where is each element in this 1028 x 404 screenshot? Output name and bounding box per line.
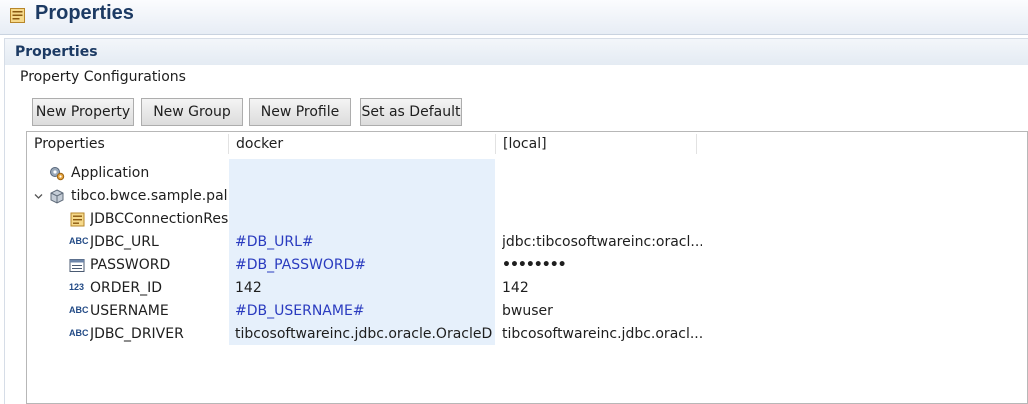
properties-section: Properties Property Configurations New P…	[4, 38, 1028, 404]
local-value[interactable]: bwuser	[502, 300, 702, 323]
section-title: Properties	[15, 44, 98, 60]
local-value[interactable]: ••••••••	[502, 254, 702, 277]
column-header-docker[interactable]: docker	[229, 132, 495, 156]
property-name: JDBC_DRIVER	[90, 326, 184, 342]
table-row[interactable]: ABC JDBC_URL #DB_URL# jdbc:tibcosoftware…	[27, 231, 1027, 254]
new-profile-button[interactable]: New Profile	[249, 98, 351, 126]
column-header-local[interactable]: [local]	[496, 132, 696, 156]
integer-type-icon: 123	[69, 282, 85, 292]
table-row[interactable]: PASSWORD #DB_PASSWORD# ••••••••	[27, 254, 1027, 277]
chevron-down-icon[interactable]	[34, 193, 43, 200]
property-name: tibco.bwce.sample.palet	[71, 188, 227, 204]
property-name: Application	[71, 165, 150, 181]
table-row[interactable]: JDBCConnectionResc	[27, 208, 1027, 231]
property-name: JDBC_URL	[90, 234, 159, 250]
string-type-icon: ABC	[69, 236, 89, 246]
properties-view-icon	[10, 8, 25, 23]
view-title: Properties	[35, 2, 134, 24]
column-divider[interactable]	[696, 134, 697, 154]
string-type-icon: ABC	[69, 328, 89, 338]
section-header: Properties	[5, 38, 1028, 65]
property-name: JDBCConnectionResc	[90, 211, 229, 227]
docker-value[interactable]: #DB_PASSWORD#	[235, 254, 493, 277]
new-group-button[interactable]: New Group	[141, 98, 243, 126]
jdbc-resource-icon	[70, 212, 85, 227]
property-table[interactable]: Properties docker [local] Application ti…	[26, 131, 1028, 404]
docker-value[interactable]: 142	[235, 277, 493, 300]
property-name: USERNAME	[90, 303, 169, 319]
table-row[interactable]: tibco.bwce.sample.palet	[27, 185, 1027, 208]
password-type-icon	[69, 259, 85, 272]
string-type-icon: ABC	[69, 305, 89, 315]
docker-value[interactable]: #DB_USERNAME#	[235, 300, 493, 323]
column-header-properties[interactable]: Properties	[27, 132, 227, 156]
local-value[interactable]: tibcosoftwareinc.jdbc.oracl...	[502, 323, 702, 346]
local-value[interactable]: 142	[502, 277, 702, 300]
view-title-bar: Properties	[0, 0, 1028, 35]
table-row[interactable]: ABC JDBC_DRIVER tibcosoftwareinc.jdbc.or…	[27, 323, 1027, 346]
local-value[interactable]: jdbc:tibcosoftwareinc:oracl...	[502, 231, 702, 254]
set-as-default-button[interactable]: Set as Default	[360, 98, 462, 126]
property-name: PASSWORD	[90, 257, 171, 273]
docker-value[interactable]: tibcosoftwareinc.jdbc.oracle.OracleDr...	[235, 323, 493, 346]
section-subtitle: Property Configurations	[20, 69, 186, 85]
application-gear-icon	[50, 167, 65, 181]
new-property-button[interactable]: New Property	[32, 98, 134, 126]
property-name: ORDER_ID	[90, 280, 163, 296]
table-row[interactable]: 123 ORDER_ID 142 142	[27, 277, 1027, 300]
package-icon	[50, 189, 64, 204]
table-row[interactable]: Application	[27, 162, 1027, 185]
table-row[interactable]: ABC USERNAME #DB_USERNAME# bwuser	[27, 300, 1027, 323]
docker-value[interactable]: #DB_URL#	[235, 231, 493, 254]
